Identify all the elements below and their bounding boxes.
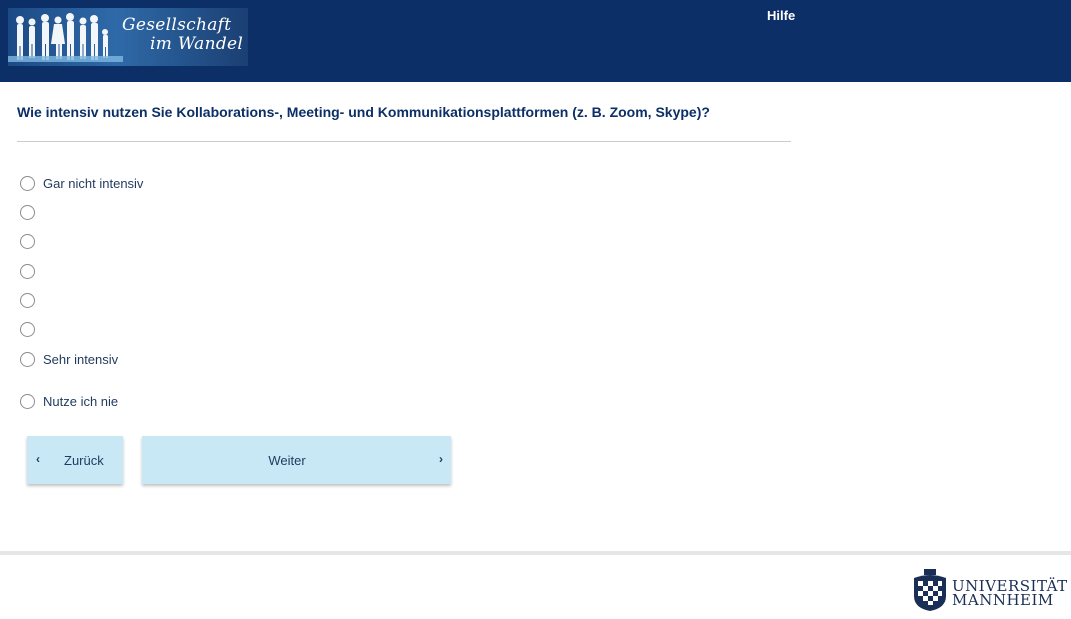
footer-divider <box>0 551 1071 555</box>
header-bar: Gesellschaft im Wandel Hilfe <box>0 0 1071 82</box>
logo-text-line2: im Wandel <box>150 34 244 54</box>
radio-button[interactable] <box>20 292 35 308</box>
option-nutze-ich-nie[interactable]: Nutze ich nie <box>20 392 118 410</box>
people-silhouette-icon <box>8 13 123 62</box>
question-divider <box>17 141 791 142</box>
radio-button[interactable] <box>20 351 35 367</box>
next-button[interactable]: Weiter › <box>142 436 451 484</box>
radio-button[interactable] <box>20 233 35 249</box>
option-scale-3[interactable] <box>20 232 43 250</box>
next-button-label: Weiter <box>268 453 306 468</box>
gesellschaft-im-wandel-logo[interactable]: Gesellschaft im Wandel <box>8 8 248 66</box>
radio-button[interactable] <box>20 393 35 409</box>
option-label: Sehr intensiv <box>43 351 119 367</box>
option-label: Nutze ich nie <box>43 393 119 409</box>
uni-name-line2: MANNHEIM <box>952 591 1054 609</box>
option-label: Gar nicht intensiv <box>43 175 144 191</box>
option-scale-6[interactable] <box>20 320 43 338</box>
help-link[interactable]: Hilfe <box>767 8 795 23</box>
radio-button[interactable] <box>20 175 35 191</box>
question-text: Wie intensiv nutzen Sie Kollaborations-,… <box>17 104 710 120</box>
universitaet-mannheim-logo: UNIVERSITÄT MANNHEIM <box>910 568 1070 612</box>
option-sehr-intensiv[interactable]: Sehr intensiv <box>20 350 118 368</box>
option-scale-5[interactable] <box>20 291 43 309</box>
option-scale-4[interactable] <box>20 262 43 280</box>
radio-button[interactable] <box>20 204 35 220</box>
option-gar-nicht-intensiv[interactable]: Gar nicht intensiv <box>20 174 143 192</box>
radio-button[interactable] <box>20 263 35 279</box>
back-button[interactable]: ‹ Zurück <box>27 436 123 484</box>
option-scale-2[interactable] <box>20 203 43 221</box>
chevron-right-icon: › <box>439 452 443 466</box>
back-button-label: Zurück <box>64 453 104 468</box>
radio-button[interactable] <box>20 321 35 337</box>
chevron-left-icon: ‹ <box>36 452 40 466</box>
logo-text-line1: Gesellschaft <box>122 15 232 35</box>
university-crest-icon <box>914 569 946 611</box>
